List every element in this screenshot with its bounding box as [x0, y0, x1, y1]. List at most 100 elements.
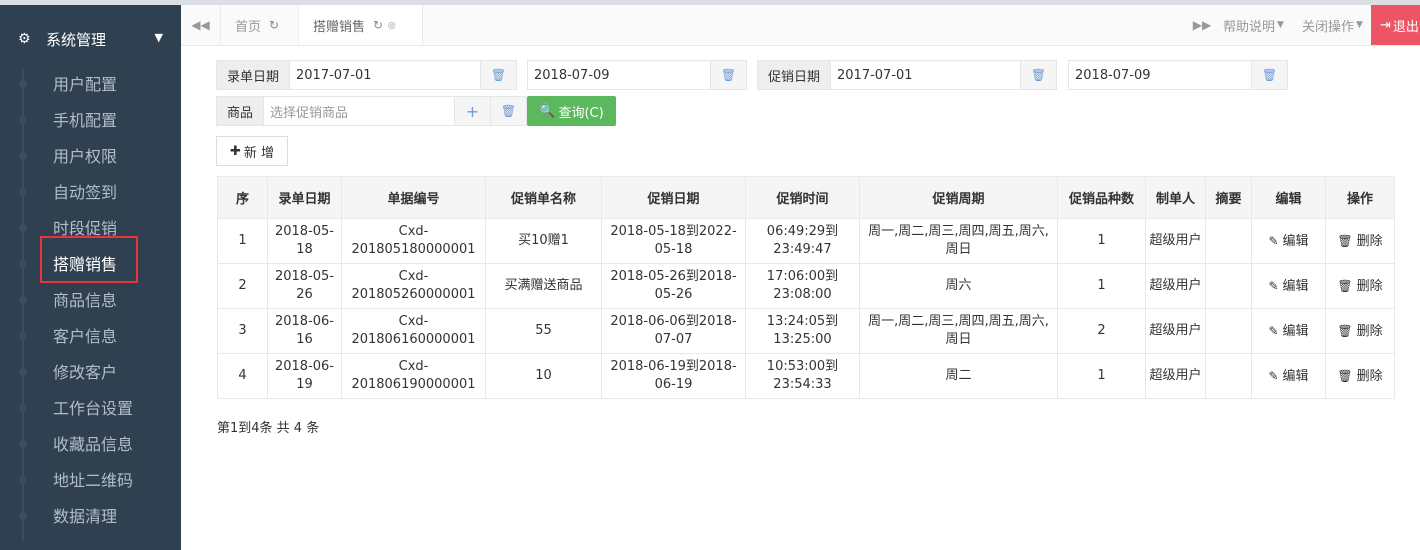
column-header[interactable]: 促销周期: [859, 176, 1058, 219]
sidebar-item[interactable]: 地址二维码: [0, 461, 181, 497]
clear-trash-icon[interactable]: 🗑: [480, 61, 516, 89]
delete-label: 删除: [1356, 368, 1383, 384]
close-circle-icon[interactable]: ⊗: [387, 19, 396, 32]
cell-cycle: 周六: [859, 263, 1058, 309]
clear-trash-icon[interactable]: 🗑: [490, 97, 526, 125]
sidebar-item[interactable]: 商品信息: [0, 281, 181, 317]
sidebar-item-label: 手机配置: [53, 111, 118, 130]
cell-name: 55: [485, 308, 602, 354]
table-row[interactable]: 2 2018-05-26 Cxd-201805260000001 买满赠送商品 2018…: [217, 263, 1395, 309]
help-dropdown[interactable]: 帮助说明 ▼: [1223, 5, 1284, 45]
clear-trash-icon[interactable]: 🗑: [710, 61, 746, 89]
tree-dot-icon: [19, 224, 27, 232]
close-ops-label: 关闭操作: [1302, 19, 1355, 35]
help-label: 帮助说明: [1223, 19, 1276, 35]
column-header[interactable]: 序: [217, 176, 268, 219]
cell-kinds: 1: [1057, 353, 1146, 399]
entry-date-from-input[interactable]: 2017-07-01: [290, 61, 480, 89]
sidebar-item[interactable]: 收藏品信息: [0, 425, 181, 461]
chevron-down-icon: ▼: [154, 31, 163, 44]
promo-date-to-input[interactable]: 2018-07-09: [1069, 61, 1251, 89]
column-header[interactable]: 操作: [1325, 176, 1395, 219]
cell-code: Cxd-201806160000001: [341, 308, 486, 354]
sidebar-item[interactable]: 修改客户: [0, 353, 181, 389]
logout-label: 退出: [1392, 19, 1419, 35]
column-header[interactable]: 编辑: [1251, 176, 1326, 219]
goods-input[interactable]: 选择促销商品: [264, 97, 454, 125]
delete-button[interactable]: 🗑 删除: [1337, 324, 1382, 339]
table-row[interactable]: 4 2018-06-19 Cxd-201806190000001 10 2018-06-…: [217, 353, 1395, 399]
sidebar-item-label: 自动签到: [53, 183, 118, 202]
edit-button[interactable]: ✎ 编辑: [1268, 324, 1308, 339]
add-button[interactable]: ✚ 新 增: [216, 136, 288, 166]
delete-button[interactable]: 🗑 删除: [1337, 234, 1382, 249]
plus-icon[interactable]: +: [454, 97, 490, 125]
trash-icon: 🗑: [1337, 233, 1353, 248]
sidebar-item[interactable]: 工作台设置: [0, 389, 181, 425]
gears-icon: ⚙: [18, 31, 31, 47]
search-icon: 🔍: [539, 103, 556, 119]
entry-date-to-input[interactable]: 2018-07-09: [528, 61, 710, 89]
tree-dot-icon: [19, 440, 27, 448]
column-header[interactable]: 录单日期: [267, 176, 342, 219]
cell-maker: 超级用户: [1145, 308, 1206, 354]
column-header[interactable]: 促销时间: [745, 176, 860, 219]
edit-button[interactable]: ✎ 编辑: [1268, 279, 1308, 294]
delete-button[interactable]: 🗑 删除: [1337, 369, 1382, 384]
cell-promo-time: 06:49:29到23:49:47: [745, 218, 860, 264]
cell-maker: 超级用户: [1145, 353, 1206, 399]
close-ops-dropdown[interactable]: 关闭操作 ▼: [1302, 5, 1363, 45]
sidebar-item[interactable]: 数据清理: [0, 497, 181, 533]
add-label: 新 增: [243, 145, 275, 161]
column-header[interactable]: 单据编号: [341, 176, 486, 219]
cell-operation: 🗑 删除: [1325, 353, 1395, 399]
query-label: 查询(C): [558, 105, 604, 121]
sidebar-header-system-management[interactable]: ⚙ 系统管理 ▼: [0, 19, 181, 59]
tab-home[interactable]: 首页 ↻: [221, 5, 299, 45]
tab-scroll-right-button[interactable]: ▶▶: [1185, 5, 1219, 45]
cell-promo-date: 2018-06-06到2018-07-07: [601, 308, 746, 354]
goods-label: 商品: [217, 97, 265, 125]
edit-icon: ✎: [1268, 368, 1279, 383]
tab-current-label: 搭赠销售: [313, 19, 366, 35]
tab-current[interactable]: 搭赠销售 ↻ ⊗: [299, 5, 423, 45]
table-row[interactable]: 3 2018-06-16 Cxd-201806160000001 55 2018-06-…: [217, 308, 1395, 354]
refresh-icon[interactable]: ↻: [373, 18, 383, 32]
sidebar-item[interactable]: 用户权限: [0, 137, 181, 173]
edit-button[interactable]: ✎ 编辑: [1268, 369, 1308, 384]
logout-button[interactable]: ⇥ 退出: [1371, 5, 1420, 45]
cell-edit: ✎ 编辑: [1251, 308, 1326, 354]
cell-entry-date: 2018-06-16: [267, 308, 342, 354]
clear-trash-icon[interactable]: 🗑: [1020, 61, 1056, 89]
cell-operation: 🗑 删除: [1325, 218, 1395, 264]
sidebar-item-label: 用户配置: [53, 75, 118, 94]
sidebar-item[interactable]: 自动签到: [0, 173, 181, 209]
promo-date-from-input[interactable]: 2017-07-01: [831, 61, 1020, 89]
query-button[interactable]: 🔍 查询(C): [527, 96, 616, 126]
cell-entry-date: 2018-06-19: [267, 353, 342, 399]
column-header[interactable]: 摘要: [1205, 176, 1252, 219]
column-header[interactable]: 促销单名称: [485, 176, 602, 219]
cell-cycle: 周一,周二,周三,周四,周五,周六,周日: [859, 308, 1058, 354]
cell-name: 买满赠送商品: [485, 263, 602, 309]
clear-trash-icon[interactable]: 🗑: [1251, 61, 1287, 89]
edit-button[interactable]: ✎ 编辑: [1268, 234, 1308, 249]
column-header[interactable]: 促销品种数: [1057, 176, 1146, 219]
column-header[interactable]: 制单人: [1145, 176, 1206, 219]
refresh-icon[interactable]: ↻: [269, 18, 279, 32]
cell-summary: [1205, 353, 1252, 399]
sidebar-item[interactable]: 手机配置: [0, 101, 181, 137]
promo-date-label: 促销日期: [758, 61, 832, 89]
delete-button[interactable]: 🗑 删除: [1337, 279, 1382, 294]
tree-dot-icon: [19, 332, 27, 340]
sidebar-item[interactable]: 用户配置: [0, 65, 181, 101]
cell-code: Cxd-201805260000001: [341, 263, 486, 309]
edit-icon: ✎: [1268, 278, 1279, 293]
tree-dot-icon: [19, 296, 27, 304]
tab-scroll-left-button[interactable]: ◀◀: [181, 5, 221, 45]
edit-label: 编辑: [1282, 368, 1309, 384]
tree-dot-icon: [19, 116, 27, 124]
sidebar-item[interactable]: 客户信息: [0, 317, 181, 353]
column-header[interactable]: 促销日期: [601, 176, 746, 219]
table-row[interactable]: 1 2018-05-18 Cxd-201805180000001 买10赠1 2018-…: [217, 218, 1395, 264]
